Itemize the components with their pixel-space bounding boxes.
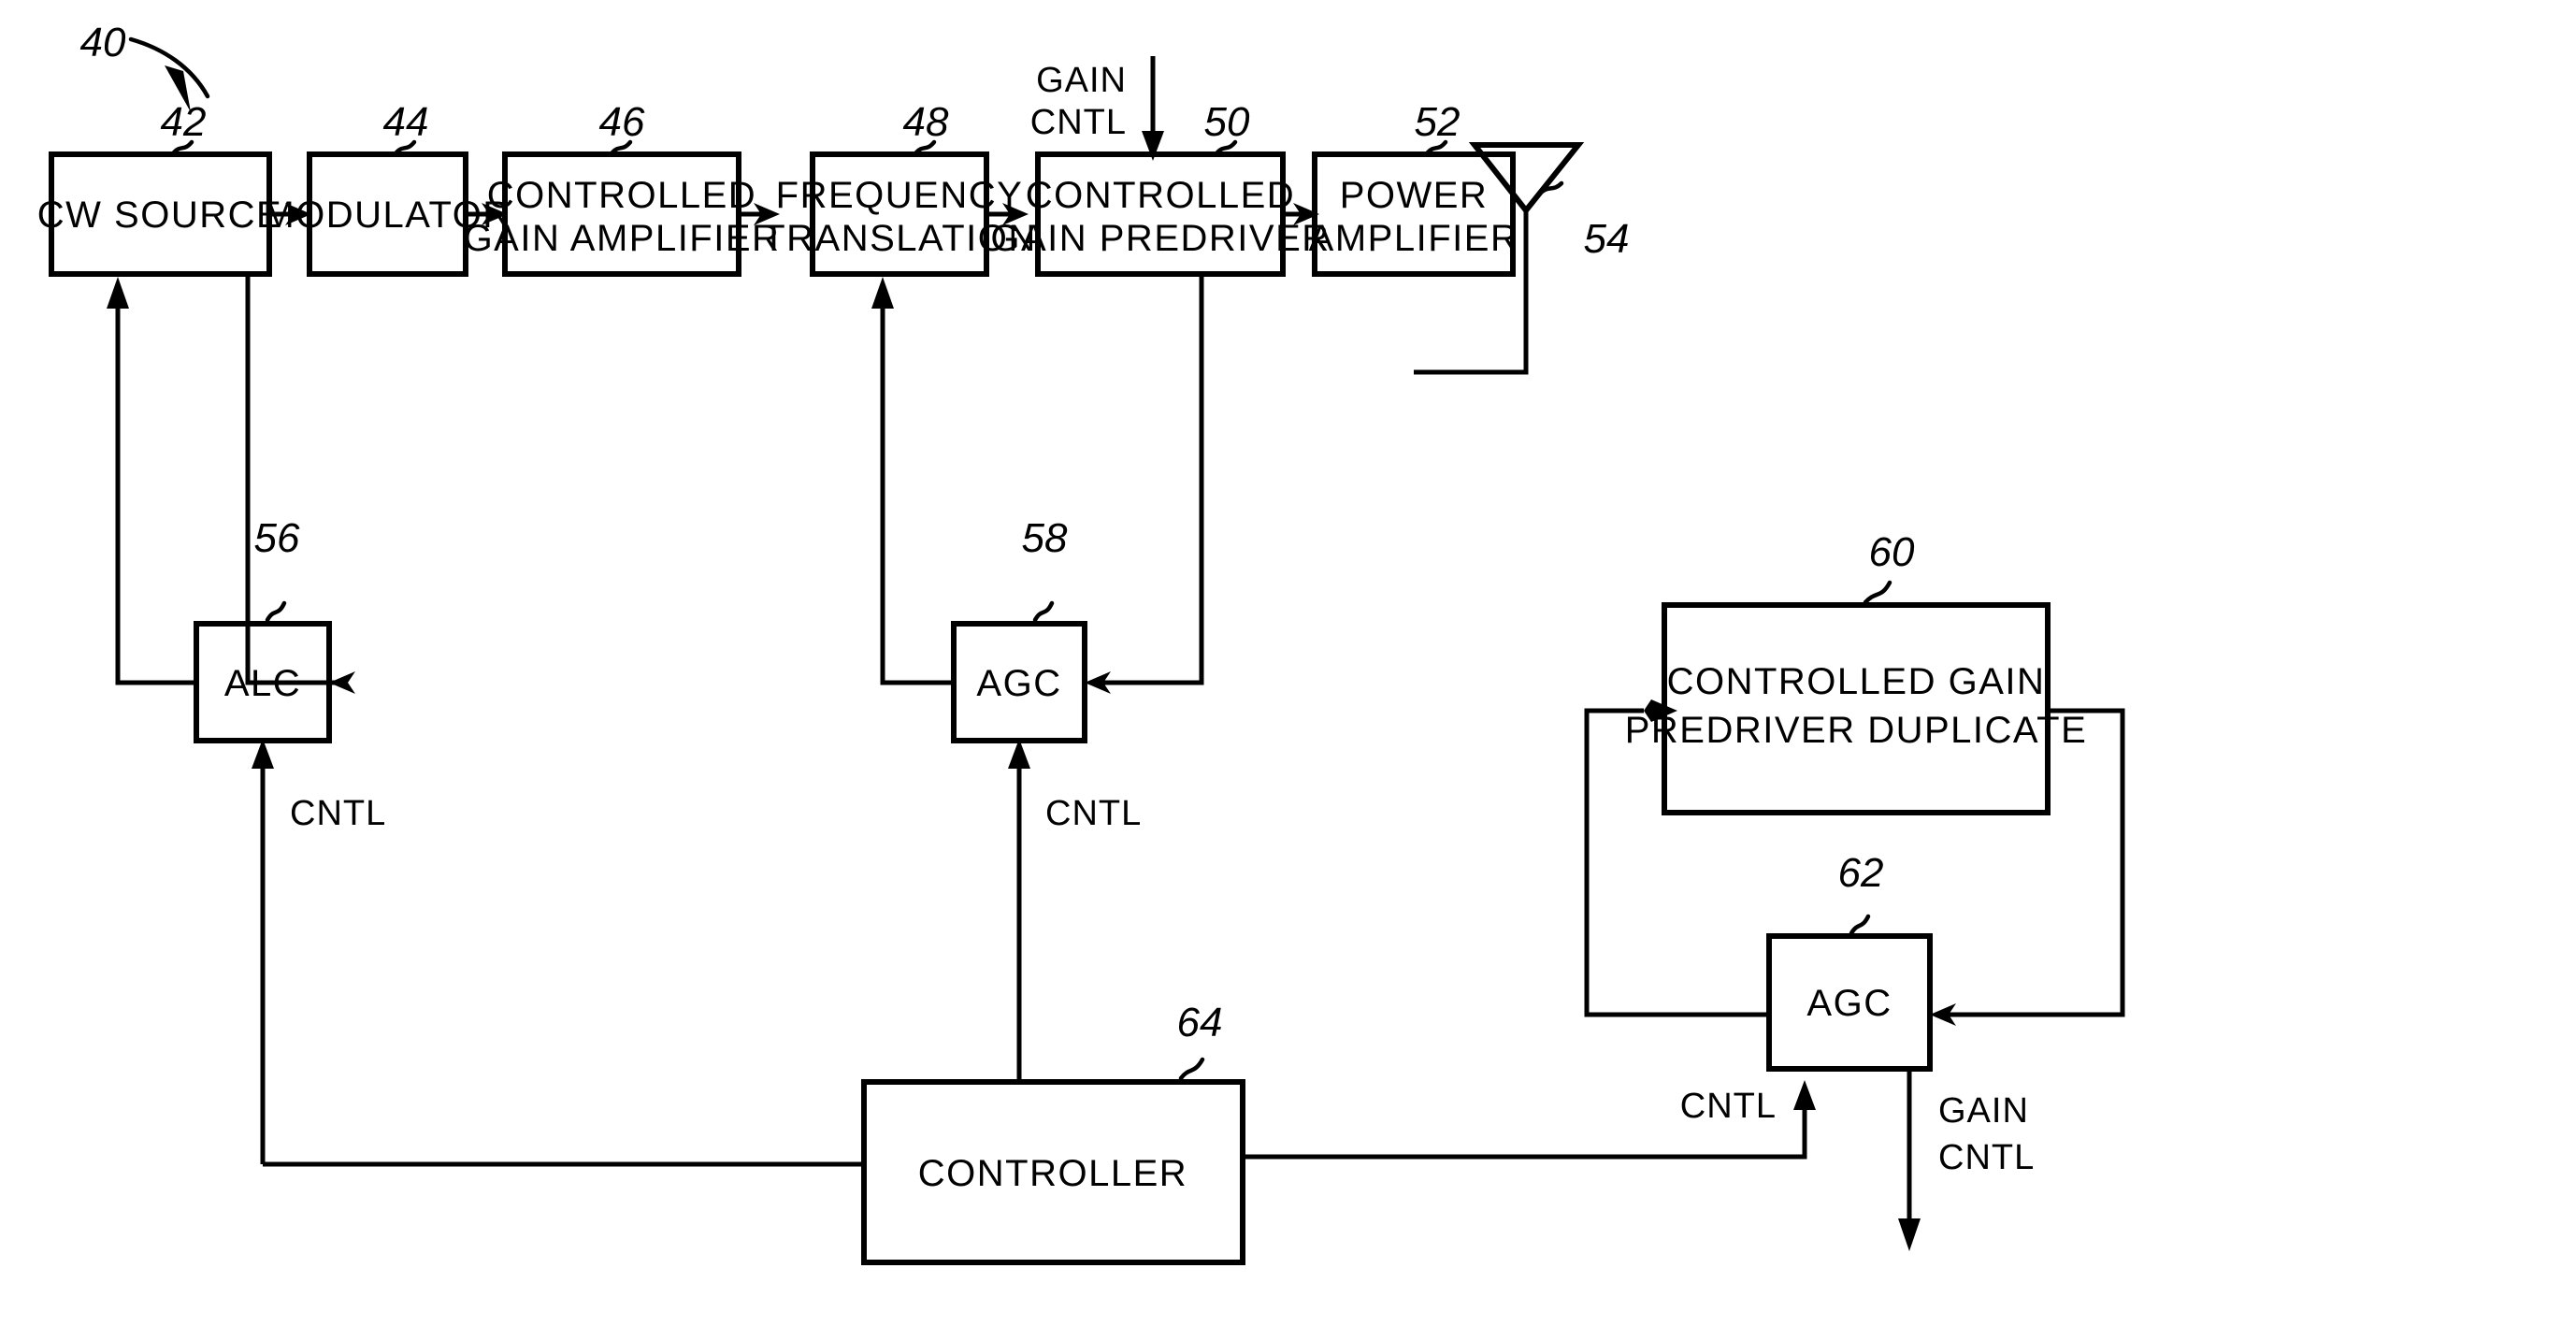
block-agc-duplicate-label: AGC — [1806, 983, 1892, 1024]
ref-60-label: 60 — [1869, 529, 1915, 575]
gain-cntl-output-label-2: CNTL — [1938, 1138, 2035, 1177]
ref-54-label: 54 — [1584, 216, 1630, 262]
gain-cntl-input-label-2: CNTL — [1030, 103, 1127, 142]
figure-ref-label: 40 — [80, 20, 126, 65]
ref-48: 48 — [903, 99, 949, 155]
block-frequency-translation-label-1: FREQUENCY — [776, 175, 1024, 216]
ref-62-label: 62 — [1838, 850, 1884, 896]
block-power-amplifier-label-2: AMPLIFIER — [1309, 218, 1519, 259]
ref-46: 46 — [599, 99, 645, 155]
ref-44: 44 — [383, 99, 429, 155]
ref-44-label: 44 — [383, 99, 429, 145]
block-cgpd-label-2: PREDRIVER DUPLICATE — [1625, 710, 2088, 751]
alc-cntl-label: CNTL — [290, 794, 386, 833]
ref-42-label: 42 — [161, 99, 207, 145]
block-controller-label: CONTROLLER — [918, 1153, 1187, 1194]
block-diagram-svg: 40 CW SOURCE 42 MODULATOR 44 CONTROLLED … — [0, 0, 2576, 1326]
gain-cntl-input-label-1: GAIN — [1036, 61, 1127, 100]
ref-50-label: 50 — [1204, 99, 1250, 145]
block-cgpd-label-1: CONTROLLED GAIN — [1667, 661, 2046, 702]
ref-48-label: 48 — [903, 99, 949, 145]
ref-58-label: 58 — [1022, 515, 1068, 561]
ref-56-label: 56 — [254, 515, 300, 561]
patent-figure-canvas: 40 CW SOURCE 42 MODULATOR 44 CONTROLLED … — [0, 0, 2576, 1326]
agc-main-cntl-label: CNTL — [1045, 794, 1142, 833]
agc-duplicate-cntl-label: CNTL — [1680, 1087, 1777, 1126]
block-agc-main-label: AGC — [976, 663, 1061, 704]
ref-52: 52 — [1415, 99, 1461, 155]
block-cw-source-label: CW SOURCE — [37, 195, 282, 236]
ref-52-label: 52 — [1415, 99, 1461, 145]
block-controlled-gain-predriver-label-1: CONTROLLED — [1026, 175, 1295, 216]
block-controlled-gain-amplifier-label-1: CONTROLLED — [487, 175, 756, 216]
block-power-amplifier-label-1: POWER — [1340, 175, 1489, 216]
block-controlled-gain-amplifier-label-2: GAIN AMPLIFIER — [464, 218, 781, 259]
ref-50: 50 — [1204, 99, 1250, 155]
gain-cntl-output-label-1: GAIN — [1938, 1091, 2029, 1131]
ref-46-label: 46 — [599, 99, 645, 145]
ref-42: 42 — [161, 99, 207, 155]
block-controlled-gain-predriver-label-2: GAIN PREDRIVER — [990, 218, 1330, 259]
ref-64-label: 64 — [1177, 1000, 1223, 1045]
